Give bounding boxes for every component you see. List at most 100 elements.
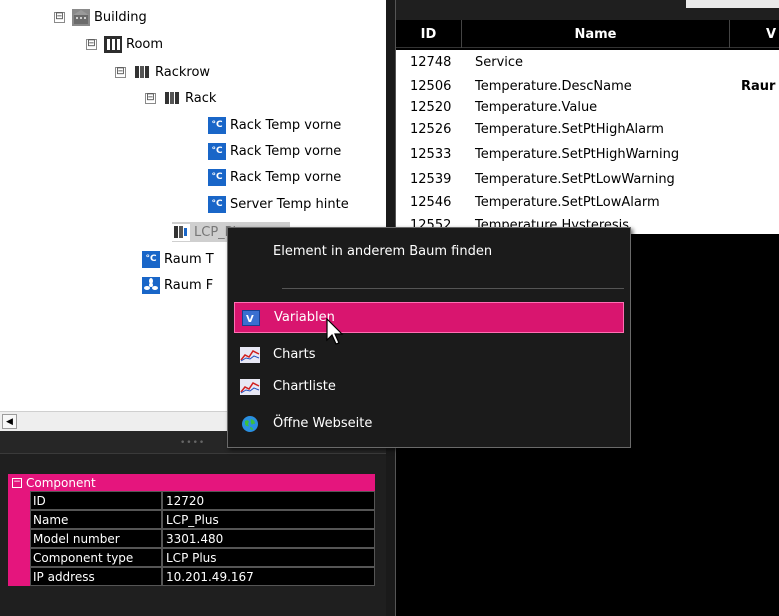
tree-node-label: Raum F	[164, 277, 214, 293]
chart-icon	[240, 346, 260, 364]
property-row-component-type[interactable]: Component type LCP Plus	[8, 548, 375, 567]
tree-node-room[interactable]: ⊟ Room	[86, 34, 163, 54]
cell-name: Temperature.SetPtLowWarning	[475, 171, 675, 187]
fan-icon	[142, 276, 160, 294]
cell-id: 12526	[410, 121, 452, 137]
cell-id: 12520	[410, 99, 452, 115]
tree-node-server-temp[interactable]: °C Server Temp hinte	[208, 194, 349, 214]
grid-toolbar-field[interactable]	[686, 0, 779, 8]
scroll-left-button[interactable]: ◀	[2, 414, 17, 429]
menu-item-label: Öffne Webseite	[273, 416, 373, 431]
tree-node-rack[interactable]: ⊟ Rack	[145, 88, 216, 108]
collapse-icon[interactable]: ⊟	[115, 66, 126, 78]
property-row-model-number[interactable]: Model number 3301.480	[8, 529, 375, 548]
table-row[interactable]: 12520 Temperature.Value	[396, 96, 779, 118]
column-header-value[interactable]: V	[730, 20, 779, 48]
property-key: Component type	[30, 548, 162, 567]
property-key: IP address	[30, 567, 162, 586]
cell-name: Temperature.DescName	[475, 78, 632, 94]
column-header-name[interactable]: Name	[462, 20, 730, 48]
tree-node-label: Rack Temp vorne	[230, 169, 342, 185]
tree-node-raum-temp[interactable]: °C Raum T	[142, 249, 214, 269]
cell-id: 12748	[410, 54, 452, 70]
tree-node-label: Building	[94, 9, 147, 25]
property-row-ip-address[interactable]: IP address 10.201.49.167	[8, 567, 375, 586]
cell-name: Temperature.SetPtHighWarning	[475, 146, 680, 162]
property-value[interactable]: 10.201.49.167	[162, 567, 375, 586]
tree-node-label: Room	[126, 36, 164, 52]
grid-body: 12748 Service 12506 Temperature.DescName…	[396, 50, 779, 234]
tree-node-rack-temp-1[interactable]: °C Rack Temp vorne	[208, 115, 341, 135]
mouse-cursor-icon	[326, 318, 344, 345]
tree-node-label: Rackrow	[155, 64, 211, 80]
tree-node-raum-fan[interactable]: Raum F	[142, 275, 213, 295]
chart-list-icon	[240, 378, 260, 396]
menu-item-variablen[interactable]: V Variablen	[234, 302, 624, 333]
cell-name: Service	[475, 54, 524, 70]
cell-value: Raur	[741, 78, 776, 94]
property-grid: − Component ID 12720 Name LCP_Plus Model…	[8, 474, 375, 586]
lcp-icon	[172, 223, 190, 241]
property-section-title: Component	[26, 475, 96, 490]
table-row[interactable]: 12506 Temperature.DescName Raur	[396, 75, 779, 97]
collapse-section-icon[interactable]: −	[12, 477, 22, 488]
rack-icon	[163, 89, 181, 107]
application-window: ⊟ Building ⊟ Room ⊟ Rackrow ⊟ Rack °C Ra…	[0, 0, 779, 616]
column-header-id[interactable]: ID	[396, 20, 462, 48]
menu-item-label: Chartliste	[273, 379, 336, 394]
cell-id: 12506	[410, 78, 452, 94]
temperature-icon: °C	[142, 250, 160, 268]
menu-item-label: Element in anderem Baum finden	[273, 244, 493, 259]
room-icon	[104, 35, 122, 53]
property-key: Model number	[30, 529, 162, 548]
cell-name: Temperature.SetPtHighAlarm	[475, 121, 664, 137]
property-row-id[interactable]: ID 12720	[8, 491, 375, 510]
left-arrow-icon: ◀	[6, 416, 13, 427]
property-value[interactable]: 3301.480	[162, 529, 375, 548]
property-value[interactable]: 12720	[162, 491, 375, 510]
property-panel: − Component ID 12720 Name LCP_Plus Model…	[0, 453, 386, 616]
menu-item-charts[interactable]: Charts	[234, 339, 624, 370]
collapse-icon[interactable]: ⊟	[145, 92, 156, 104]
tree-node-rack-temp-3[interactable]: °C Rack Temp vorne	[208, 167, 341, 187]
property-section-header[interactable]: − Component	[8, 474, 375, 491]
tree-node-rackrow[interactable]: ⊟ Rackrow	[115, 62, 210, 82]
cell-id: 12546	[410, 194, 452, 210]
cell-id: 12539	[410, 171, 452, 187]
menu-item-label: Charts	[273, 347, 316, 362]
tree-node-label: Rack Temp vorne	[230, 143, 342, 159]
context-menu: Element in anderem Baum finden V Variabl…	[227, 227, 631, 448]
property-value[interactable]: LCP_Plus	[162, 510, 375, 529]
tree-node-label: Rack Temp vorne	[230, 117, 342, 133]
cell-id: 12533	[410, 146, 452, 162]
building-icon	[72, 8, 90, 26]
svg-text:V: V	[246, 314, 254, 325]
collapse-icon[interactable]: ⊟	[54, 11, 65, 23]
grid-header: ID Name V	[396, 20, 779, 48]
temperature-icon: °C	[208, 116, 226, 134]
property-value[interactable]: LCP Plus	[162, 548, 375, 567]
menu-item-find-in-other-tree[interactable]: Element in anderem Baum finden	[234, 236, 624, 267]
property-row-name[interactable]: Name LCP_Plus	[8, 510, 375, 529]
table-row[interactable]: 12748 Service	[396, 51, 779, 73]
menu-separator	[282, 288, 624, 289]
property-key: Name	[30, 510, 162, 529]
variables-icon: V	[241, 309, 261, 327]
cell-name: Temperature.Value	[475, 99, 598, 115]
rackrow-icon	[133, 63, 151, 81]
menu-item-chartliste[interactable]: Chartliste	[234, 371, 624, 402]
property-key: ID	[30, 491, 162, 510]
table-row[interactable]: 12533 Temperature.SetPtHighWarning	[396, 143, 779, 165]
table-row[interactable]: 12539 Temperature.SetPtLowWarning	[396, 168, 779, 190]
tree-node-rack-temp-2[interactable]: °C Rack Temp vorne	[208, 141, 341, 161]
splitter-grip-icon: ••••	[180, 438, 206, 448]
grid-toolbar	[396, 0, 779, 20]
table-row[interactable]: 12546 Temperature.SetPtLowAlarm	[396, 191, 779, 213]
temperature-icon: °C	[208, 142, 226, 160]
tree-node-building[interactable]: ⊟ Building	[54, 7, 147, 27]
menu-item-open-webpage[interactable]: Öffne Webseite	[234, 408, 624, 439]
collapse-icon[interactable]: ⊟	[86, 38, 97, 50]
tree-node-label: Rack	[185, 90, 217, 106]
tree-node-label: Raum T	[164, 251, 214, 267]
table-row[interactable]: 12526 Temperature.SetPtHighAlarm	[396, 118, 779, 140]
